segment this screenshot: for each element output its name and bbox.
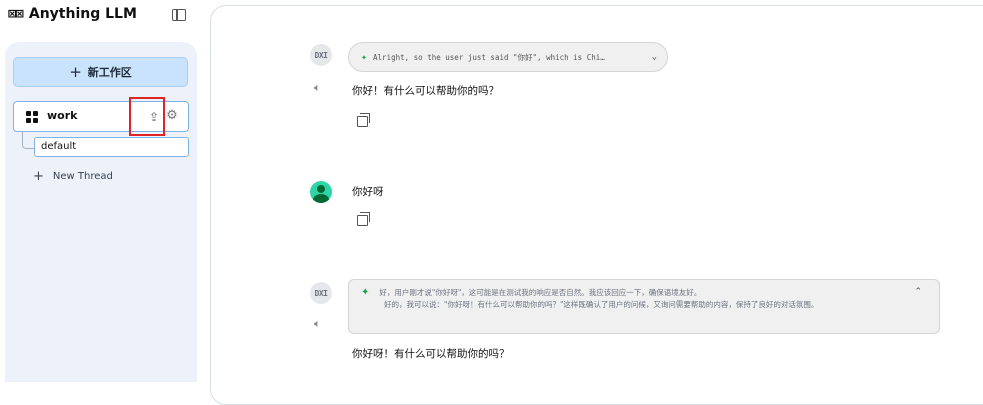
user-avatar (310, 181, 332, 203)
brain-icon: ✦ (361, 287, 370, 298)
chevron-up-icon[interactable]: ⌃ (914, 286, 922, 298)
user-message: 你好呀 (352, 186, 384, 198)
workspace-label: work (47, 109, 78, 122)
plus-icon: + (33, 169, 44, 184)
gear-icon[interactable]: ⚙ (165, 109, 179, 123)
anything-llm-logo-icon: ⊠⊠ (8, 6, 24, 22)
new-thread-label: New Thread (52, 171, 113, 182)
thought-expanded: ✦ 好，用户刚才说"你好呀"，这可能是在测试我的响应是否自然。我应该回应一下，确… (348, 279, 940, 334)
thought-line-2: 好的，我可以说："你好呀！有什么可以帮助你的吗？"这样既确认了用户的问候，又询问… (384, 300, 819, 309)
speaker-icon[interactable]: 🔈︎ (314, 81, 321, 95)
chevron-down-icon[interactable]: ⌄ (652, 52, 657, 62)
sidebar-panel (5, 42, 197, 382)
new-workspace-label: 新工作区 (87, 66, 132, 79)
copy-icon[interactable] (357, 212, 370, 226)
bot-avatar: DXI (310, 44, 332, 66)
speaker-icon[interactable]: 🔈︎ (314, 317, 321, 331)
sidebar-toggle-icon[interactable] (172, 9, 186, 21)
upload-highlight-annotation (129, 97, 165, 136)
new-workspace-button[interactable]: + 新工作区 (13, 57, 188, 87)
copy-icon[interactable] (357, 113, 370, 127)
thread-item-default[interactable]: default (34, 137, 189, 157)
brain-icon: ✦ (361, 51, 368, 63)
thought-line-1: 好，用户刚才说"你好呀"，这可能是在测试我的响应是否自然。我应该回应一下，确保语… (379, 288, 702, 297)
assistant-message: 你好！有什么可以帮助你的吗？ (352, 85, 499, 97)
workspace-grid-icon (26, 111, 38, 123)
thought-preview: Alright, so the user just said "你好", whi… (373, 52, 605, 62)
brand-name: Anything LLM (28, 6, 137, 22)
brand: ⊠⊠ Anything LLM (8, 6, 137, 22)
thought-collapsed[interactable]: ✦ Alright, so the user just said "你好", w… (348, 42, 668, 72)
new-thread-button[interactable]: + New Thread (33, 169, 113, 184)
bot-avatar: DXI (310, 282, 332, 304)
plus-icon: + (69, 63, 82, 81)
assistant-message: 你好呀！有什么可以帮助你的吗？ (352, 348, 510, 360)
